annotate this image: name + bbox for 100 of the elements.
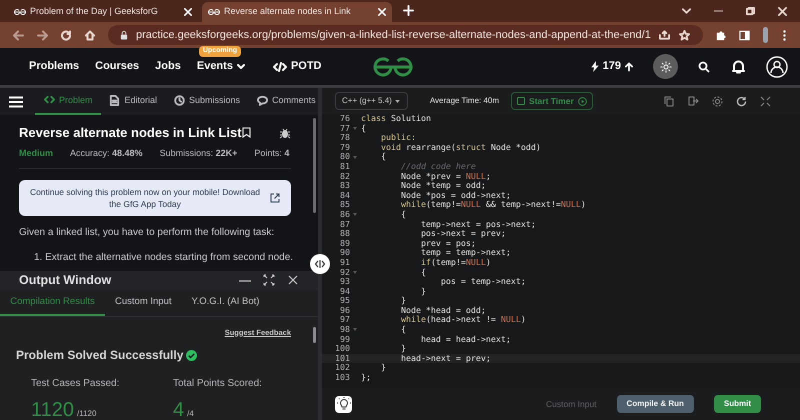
settings-icon[interactable]: [711, 95, 723, 107]
address-bar[interactable]: practice.geeksforgeeks.org/problems/given-a-linked-list-reverse-alternate-nodes-and-append-at-the-end/1: [108, 25, 703, 45]
nav-link[interactable]: Courses: [95, 58, 140, 75]
code-line[interactable]: {: [359, 268, 426, 278]
status-text: Problem Solved Successfully: [16, 347, 184, 364]
refresh-icon[interactable]: [735, 95, 747, 107]
user-icon[interactable]: [766, 56, 788, 78]
code-line[interactable]: public:: [359, 133, 416, 143]
external-link-icon[interactable]: [269, 192, 281, 204]
line-number: 80: [339, 152, 350, 162]
problem-tab[interactable]: Editorial: [100, 88, 166, 115]
fold-icon[interactable]: [352, 328, 356, 332]
problem-tab[interactable]: Comments: [248, 88, 318, 115]
output-tab[interactable]: Y.O.G.I. (AI Bot): [182, 289, 270, 316]
browser-tab[interactable]: Problem of the Day | GeeksforG: [8, 2, 198, 22]
code-line[interactable]: while(temp!=NULL && temp->next!=NULL): [359, 200, 586, 210]
reload-icon[interactable]: [60, 29, 72, 41]
puzzle-icon[interactable]: [714, 29, 727, 41]
app-banner[interactable]: Continue solving this problem now on your mobile! Download the GfG App Today: [19, 180, 291, 216]
nav-link[interactable]: Events: [196, 58, 245, 75]
share-icon[interactable]: [658, 29, 671, 41]
line-number: 87: [339, 220, 350, 230]
problem-tab[interactable]: Problem: [35, 88, 101, 115]
search-icon[interactable]: [698, 60, 710, 72]
line-number: 77: [339, 124, 350, 134]
home-icon[interactable]: [84, 29, 96, 41]
logo-icon[interactable]: [372, 56, 414, 78]
line-number: 92: [339, 268, 350, 278]
code-line[interactable]: }: [359, 344, 406, 354]
code-line[interactable]: {: [359, 325, 406, 335]
star-icon[interactable]: [678, 29, 691, 41]
browser-tab[interactable]: Reverse alternate nodes in Link: [202, 2, 392, 22]
output-tab[interactable]: Compilation Results: [0, 289, 105, 316]
theme-toggle-icon[interactable]: [653, 54, 678, 79]
line-number: 81: [339, 162, 350, 172]
problem-tab[interactable]: Submissions: [165, 88, 248, 115]
language-dropdown[interactable]: C++ (g++ 5.4): [335, 92, 408, 110]
scrollbar-thumb[interactable]: [313, 118, 316, 213]
average-time: Average Time: 40m: [430, 95, 500, 107]
comment-icon: [256, 94, 268, 106]
arrow-up-icon: [625, 60, 633, 72]
forward-icon[interactable]: [36, 29, 48, 41]
action-button[interactable]: Submit: [714, 395, 761, 413]
fold-icon[interactable]: [352, 213, 356, 216]
bug-icon[interactable]: [279, 126, 291, 139]
menu-icon[interactable]: [9, 96, 23, 108]
close-icon[interactable]: [287, 274, 299, 286]
code-line[interactable]: Node *head = odd;: [359, 306, 486, 316]
nav-link[interactable]: Jobs: [155, 58, 181, 75]
code-line[interactable]: temp->next = pos->next;: [359, 220, 536, 230]
bell-icon[interactable]: [730, 58, 746, 74]
code-line[interactable]: }: [359, 296, 406, 306]
expand-icon[interactable]: [263, 274, 275, 286]
code-line[interactable]: temp = temp->next;: [359, 248, 511, 258]
copy-icon[interactable]: [663, 95, 675, 107]
code-line[interactable]: if(temp!=NULL): [359, 258, 491, 268]
fold-icon[interactable]: [352, 270, 356, 274]
code-line[interactable]: pos->next = prev;: [359, 229, 506, 239]
code-line[interactable]: {: [359, 124, 366, 134]
code-line[interactable]: head->next = prev;: [359, 354, 491, 364]
code-line[interactable]: head = head->next;: [359, 334, 511, 344]
nav-link[interactable]: POTD: [272, 58, 322, 75]
restore-icon[interactable]: [744, 5, 756, 17]
code-line[interactable]: };: [359, 373, 371, 383]
code-line[interactable]: }: [359, 286, 426, 296]
lock-icon: [120, 29, 128, 41]
code-line[interactable]: void rearrange(struct Node *odd): [359, 142, 541, 152]
line-number: 98: [339, 325, 350, 335]
fullscreen-icon[interactable]: [759, 95, 771, 107]
exit-icon[interactable]: [687, 95, 699, 107]
nav-link[interactable]: Problems: [29, 58, 80, 75]
lightbulb-icon[interactable]: [335, 396, 352, 412]
code-line[interactable]: Node *pos = odd->next;: [359, 190, 511, 200]
check-icon: [185, 349, 198, 361]
start-timer-button[interactable]: Start Timer: [511, 92, 593, 110]
code-line[interactable]: pos = temp->next;: [359, 277, 526, 287]
code-line[interactable]: Node *temp = odd;: [359, 181, 486, 191]
clock-icon: [173, 94, 186, 106]
line-number: 76: [339, 114, 350, 124]
line-number: 102: [334, 363, 350, 374]
caret-icon: [236, 62, 245, 70]
code-line[interactable]: }: [359, 363, 386, 374]
bookmark-icon[interactable]: [242, 126, 252, 139]
code-line[interactable]: {: [359, 210, 406, 220]
new-tab-icon[interactable]: [400, 2, 416, 18]
action-button[interactable]: Compile & Run: [616, 395, 694, 413]
code-line[interactable]: {: [359, 152, 386, 162]
fold-icon[interactable]: [352, 126, 356, 130]
code-line[interactable]: prev = pos;: [359, 238, 476, 248]
scrollbar-thumb[interactable]: [313, 326, 316, 343]
close-icon[interactable]: [776, 5, 788, 17]
line-number: 91: [339, 258, 350, 268]
fold-icon[interactable]: [352, 156, 356, 159]
code-line[interactable]: while(head->next != NULL): [359, 315, 526, 326]
back-icon[interactable]: [12, 29, 24, 41]
side-panel-icon[interactable]: [738, 29, 751, 41]
code-line[interactable]: Node *prev = NULL;: [359, 172, 491, 182]
output-tab[interactable]: Custom Input: [105, 289, 182, 316]
timer-icon: [517, 97, 526, 105]
code-line[interactable]: class Solution: [359, 114, 431, 124]
